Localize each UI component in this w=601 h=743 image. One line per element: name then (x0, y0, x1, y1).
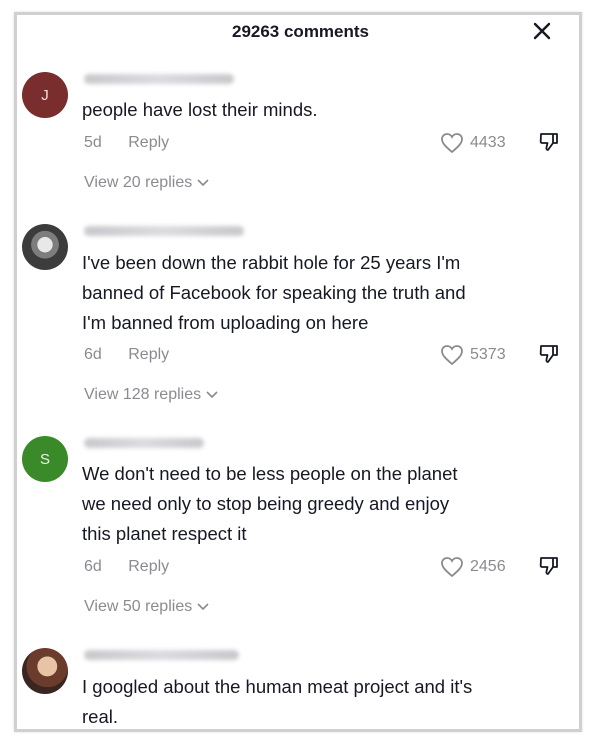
thumbs-down-icon (539, 345, 558, 363)
comments-count-title: 29263 comments (231, 22, 370, 41)
view-replies-button[interactable]: View 20 replies (84, 174, 210, 192)
like-count: 5373 (470, 346, 506, 363)
like-button[interactable]: 2456 (440, 556, 506, 578)
avatar[interactable] (22, 224, 68, 270)
comment-text: I googled about the human meat project a… (82, 672, 562, 732)
comment-text: I've been down the rabbit hole for 25 ye… (82, 248, 562, 338)
reply-button[interactable]: Reply (128, 558, 169, 575)
heart-icon (441, 557, 463, 578)
thumbs-down-icon (539, 133, 558, 151)
comment-age: 6d (84, 558, 102, 575)
view-replies-button[interactable]: View 128 replies (84, 386, 219, 404)
like-count: 2456 (470, 558, 506, 575)
username[interactable]: realitalkmaddogs007 (84, 226, 244, 236)
comment-text: people have lost their minds. (82, 99, 318, 120)
heart-icon (441, 133, 463, 154)
dislike-button[interactable] (538, 131, 560, 153)
comment-text-line: this planet respect it (82, 523, 247, 544)
reply-button[interactable]: Reply (128, 134, 169, 151)
comment-text: We don't need to be less people on the p… (82, 459, 562, 549)
view-replies-button[interactable]: View 50 replies (84, 598, 210, 616)
avatar[interactable]: J (22, 72, 68, 118)
comment-text-line: I've been down the rabbit hole for 25 ye… (82, 252, 461, 273)
view-replies-label: View 20 replies (84, 174, 193, 191)
dislike-button[interactable] (538, 343, 560, 365)
avatar[interactable] (22, 648, 68, 694)
chevron-down-icon (197, 603, 209, 611)
close-button[interactable] (531, 20, 553, 42)
like-button[interactable]: 5373 (440, 344, 506, 366)
chevron-down-icon (197, 179, 209, 187)
reply-button[interactable]: Reply (128, 346, 169, 363)
avatar-letter: S (39, 450, 50, 468)
username[interactable]: sergiuniator17 (84, 438, 204, 448)
username[interactable]: annettengsahlena75 (84, 650, 239, 660)
like-count: 4433 (470, 134, 506, 151)
avatar[interactable]: S (22, 436, 68, 482)
comment-text-line: I'm banned from uploading on here (82, 312, 369, 333)
comment-text-line: real. (82, 706, 118, 727)
like-button[interactable]: 4433 (440, 132, 506, 154)
comment-meta: 6d Reply (84, 346, 169, 364)
comment-text-line: banned of Facebook for speaking the trut… (82, 282, 466, 303)
comment-age: 6d (84, 346, 102, 363)
comment-text-line: I googled about the human meat project a… (82, 676, 473, 697)
thumbs-down-icon (539, 557, 558, 575)
heart-icon (441, 345, 463, 366)
view-replies-label: View 50 replies (84, 598, 193, 615)
comment-meta: 6d Reply (84, 558, 169, 576)
close-icon (533, 22, 551, 40)
view-replies-label: View 128 replies (84, 386, 202, 403)
comment-text-line: we need only to stop being greedy and en… (82, 493, 450, 514)
comment-meta: 5d Reply (84, 134, 169, 152)
chevron-down-icon (206, 391, 218, 399)
username[interactable]: annettemaribam1280 (84, 74, 234, 84)
avatar-letter: J (41, 86, 49, 104)
comment-text-line: We don't need to be less people on the p… (82, 463, 458, 484)
dislike-button[interactable] (538, 555, 560, 577)
comment-age: 5d (84, 134, 102, 151)
